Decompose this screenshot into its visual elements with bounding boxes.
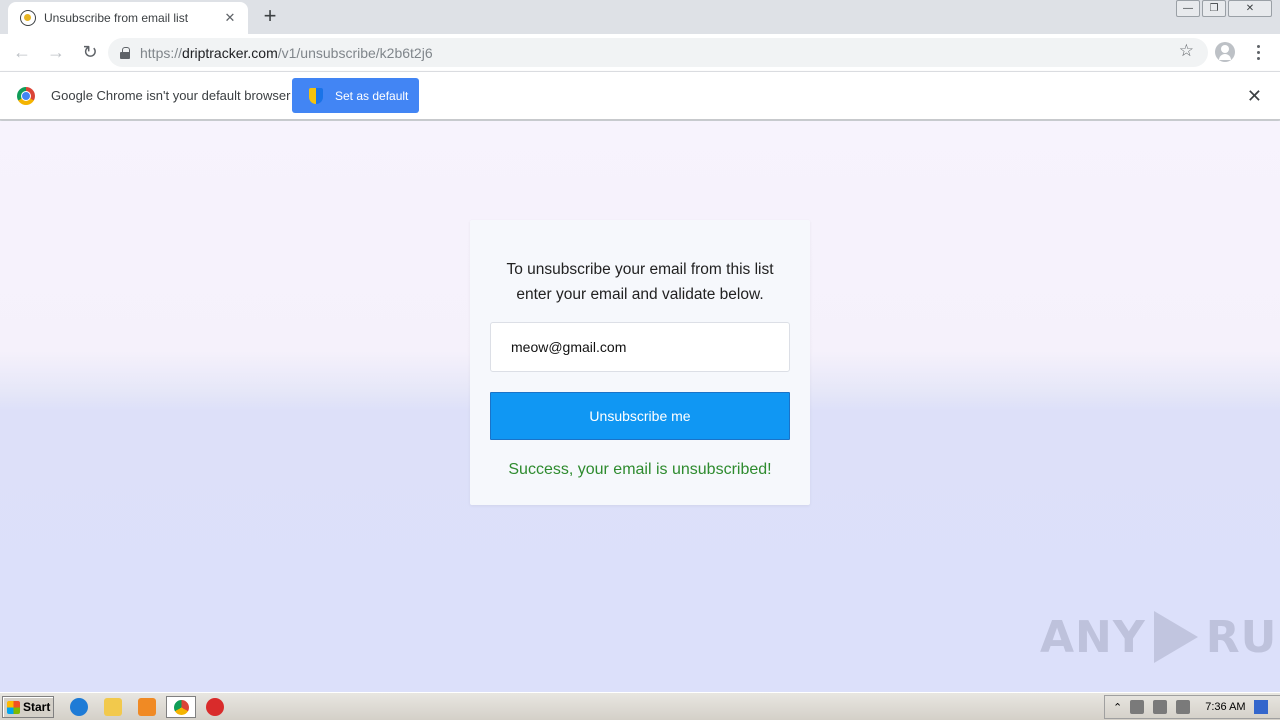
new-tab-button[interactable]: +	[258, 4, 282, 28]
url-host: driptracker.com	[182, 44, 278, 61]
default-browser-infobar: Google Chrome isn't your default browser…	[0, 71, 1280, 120]
windows-logo-icon	[7, 700, 20, 714]
tab-title: Unsubscribe from email list	[44, 11, 189, 25]
anyrun-watermark: ANY RUN	[1040, 611, 1280, 663]
set-as-default-button[interactable]: Set as default	[292, 78, 419, 113]
browser-toolbar: ← → ↻ https://driptracker.com/v1/unsubsc…	[0, 34, 1280, 71]
avast-icon[interactable]	[206, 698, 224, 716]
page-favicon-icon	[20, 10, 36, 26]
set-as-default-label: Set as default	[335, 88, 409, 103]
instructions-line-1: To unsubscribe your email from this list	[506, 261, 774, 278]
success-message: Success, your email is unsubscribed!	[508, 461, 772, 478]
internet-explorer-icon[interactable]	[70, 698, 88, 716]
action-center-flag-icon[interactable]	[1176, 700, 1191, 714]
address-bar[interactable]: https://driptracker.com/v1/unsubscribe/k…	[108, 38, 1208, 67]
clock[interactable]: 7:36 AM	[1205, 701, 1245, 713]
page-viewport: To unsubscribe your email from this list…	[0, 121, 1280, 692]
chrome-menu-icon[interactable]	[1250, 42, 1266, 62]
tab-strip: Unsubscribe from email list ✕ + — ❐ ✕	[0, 0, 1280, 34]
instructions-line-2: enter your email and validate below.	[516, 286, 764, 303]
reload-button[interactable]: ↻	[74, 37, 106, 69]
uac-shield-icon	[309, 87, 323, 104]
watermark-right: RUN	[1205, 611, 1280, 663]
url-path: /v1/unsubscribe/k2b6t2j6	[277, 44, 433, 61]
restore-button[interactable]: ❐	[1202, 0, 1226, 17]
profile-avatar-icon[interactable]	[1215, 42, 1235, 62]
window-controls: — ❐ ✕	[1174, 0, 1272, 17]
email-field[interactable]	[490, 322, 790, 372]
bookmark-star-icon[interactable]: ☆	[1179, 41, 1194, 61]
chrome-logo-icon	[17, 87, 35, 105]
media-player-icon[interactable]	[138, 698, 156, 716]
start-label: Start	[23, 700, 51, 714]
tray-expand-icon[interactable]: ⌃	[1113, 701, 1122, 714]
watermark-left: ANY	[1040, 611, 1146, 663]
back-button[interactable]: ←	[6, 37, 38, 69]
url-text[interactable]: https://driptracker.com/v1/unsubscribe/k…	[140, 45, 433, 61]
folder-icon[interactable]	[104, 698, 122, 716]
url-scheme: https://	[140, 44, 183, 61]
chrome-icon[interactable]	[166, 696, 196, 718]
window-close-button[interactable]: ✕	[1228, 0, 1272, 17]
infobar-close-icon[interactable]: ✕	[1247, 86, 1262, 107]
windows-taskbar: Start ⌃ 7:36 AM	[0, 692, 1280, 720]
volume-icon[interactable]	[1130, 700, 1145, 714]
lock-icon[interactable]	[120, 46, 130, 59]
network-icon[interactable]	[1153, 700, 1168, 714]
forward-button[interactable]: →	[40, 37, 72, 69]
tab-unsubscribe[interactable]: Unsubscribe from email list ✕	[8, 2, 248, 34]
unsubscribe-button[interactable]: Unsubscribe me	[490, 392, 790, 440]
instructions-text: To unsubscribe your email from this list…	[490, 257, 790, 307]
tab-close-icon[interactable]: ✕	[222, 10, 238, 26]
show-desktop-icon[interactable]	[1253, 700, 1268, 714]
watermark-play-icon	[1153, 611, 1198, 663]
minimize-button[interactable]: —	[1176, 0, 1200, 17]
unsubscribe-card: To unsubscribe your email from this list…	[470, 220, 810, 505]
start-button[interactable]: Start	[2, 696, 54, 718]
infobar-message: Google Chrome isn't your default browser	[51, 88, 291, 103]
system-tray: ⌃ 7:36 AM	[1104, 695, 1280, 719]
